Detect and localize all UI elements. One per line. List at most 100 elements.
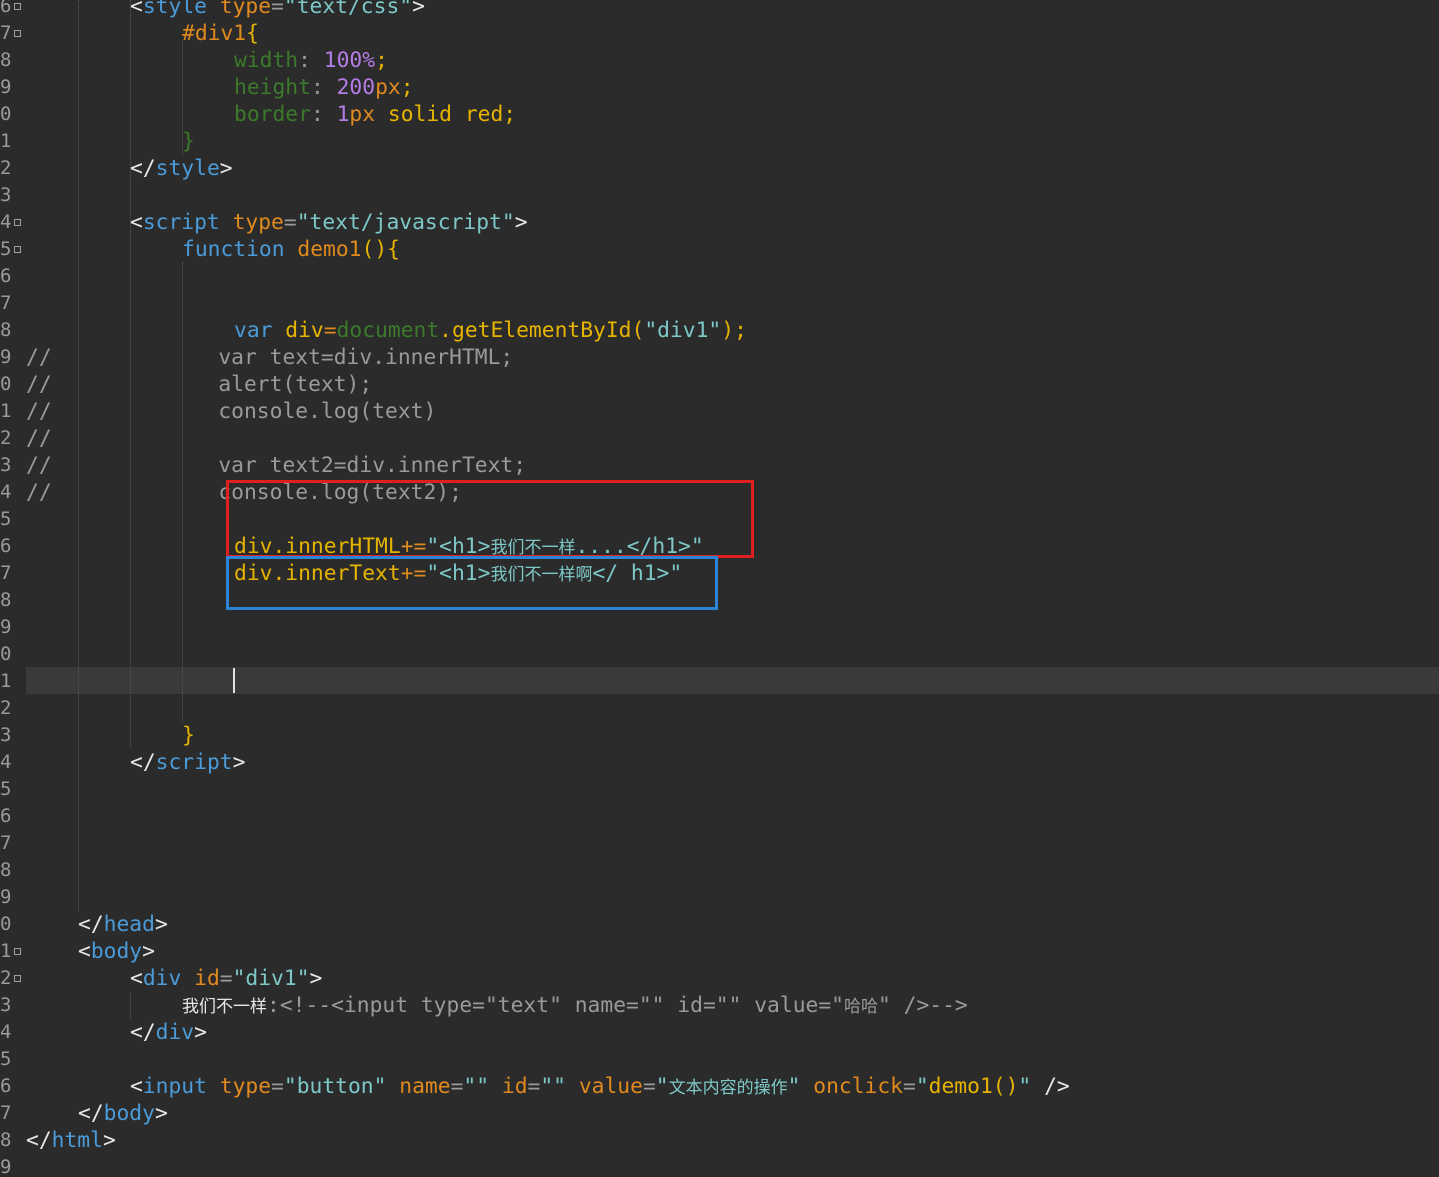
code-line-css-height[interactable]: height: 200px;	[26, 74, 414, 101]
code-token: console.log(text)	[51, 399, 437, 424]
code-line-input-button[interactable]: <input type="button" name="" id="" value…	[26, 1073, 1070, 1100]
line-number: 9	[0, 1156, 12, 1177]
line-number: 4	[0, 1021, 12, 1043]
code-token: script	[155, 750, 233, 775]
line-number: 8	[0, 859, 12, 881]
code-token: body	[103, 1101, 155, 1126]
code-token: <	[78, 939, 91, 964]
line-number: 8	[0, 49, 12, 71]
code-line-css-selector[interactable]: #div1{	[26, 20, 259, 47]
line-number: 1	[0, 400, 12, 422]
code-token: "text/javascript"	[296, 210, 515, 235]
code-token: </	[130, 750, 156, 775]
code-token: </	[78, 1101, 104, 1126]
line-number: 1	[0, 670, 12, 692]
fold-marker-icon[interactable]	[14, 30, 21, 37]
code-line-div-close[interactable]: </div>	[26, 1019, 207, 1046]
code-editor[interactable]: 6 7 8 9 0 1 2 3 4 5 6 7 8 9 0 1 2 3 4 5 6 7 8 9 0 1 2 3 4 5 6 7 8 9 0 1 2 3 4 5…	[0, 0, 1439, 1177]
code-line-comment-var-text2[interactable]: // var text2=div.innerText;	[26, 452, 526, 479]
code-line-comment-alert[interactable]: // alert(text);	[26, 371, 372, 398]
code-line-function-decl[interactable]: function demo1(){	[26, 236, 400, 263]
annotation-box-blue	[226, 556, 718, 610]
code-token: alert(text);	[51, 372, 373, 397]
code-token: var text2=div.innerText;	[51, 453, 527, 478]
code-line-css-width[interactable]: width: 100%;	[26, 47, 388, 74]
code-token: solid red	[375, 102, 504, 127]
code-token: =	[219, 966, 233, 991]
line-number: 4	[0, 751, 12, 773]
text-caret	[233, 668, 235, 693]
line-number: 3	[0, 994, 12, 1016]
code-line-head-close[interactable]: </head>	[26, 911, 168, 938]
code-token: <	[130, 1074, 143, 1099]
code-line-css-border[interactable]: border: 1px solid red;	[26, 101, 516, 128]
code-line-css-close[interactable]: }	[26, 128, 195, 155]
code-token: //	[26, 345, 52, 370]
code-line-var-div[interactable]: var div=document.getElementById("div1");	[26, 317, 747, 344]
code-token: document	[336, 318, 440, 343]
line-number: 0	[0, 643, 12, 665]
code-line-comment-var-text[interactable]: // var text=div.innerHTML;	[26, 344, 513, 371]
fold-marker-icon[interactable]	[14, 219, 21, 226]
code-token: >	[309, 966, 323, 991]
code-token: ""	[540, 1074, 566, 1099]
code-token: >	[154, 912, 168, 937]
code-line-div-open[interactable]: <div id="div1">	[26, 965, 322, 992]
code-line-script-open[interactable]: <script type="text/javascript">	[26, 209, 528, 236]
code-token: head	[103, 912, 155, 937]
code-line-style-close[interactable]: </style>	[26, 155, 233, 182]
code-token: </	[130, 1020, 156, 1045]
code-token: var	[234, 318, 273, 343]
code-token: px	[349, 102, 376, 127]
code-token: :	[298, 48, 324, 73]
line-number: 6	[0, 1075, 12, 1097]
fold-marker-icon[interactable]	[14, 3, 21, 10]
code-token: />	[1031, 1074, 1070, 1099]
code-line-comment-empty[interactable]: //	[26, 425, 52, 452]
code-token: :	[310, 75, 337, 100]
code-token: 文本内容的操作	[668, 1078, 788, 1098]
code-token: :	[310, 102, 337, 127]
code-token: var text=div.innerHTML;	[51, 345, 514, 370]
line-number: 0	[0, 373, 12, 395]
code-line-html-close[interactable]: </html>	[26, 1127, 116, 1154]
code-line-body-open[interactable]: <body>	[26, 938, 155, 965]
line-number: 2	[0, 697, 12, 719]
line-number: 9	[0, 616, 12, 638]
code-line-comment-console-text[interactable]: // console.log(text)	[26, 398, 436, 425]
line-number: 7	[0, 292, 12, 314]
fold-marker-icon[interactable]	[14, 948, 21, 955]
code-token: 哈哈	[843, 997, 878, 1017]
code-token: ;	[375, 48, 388, 73]
code-token: "button"	[283, 1074, 387, 1099]
fold-marker-icon[interactable]	[14, 246, 21, 253]
line-number: 2	[0, 967, 12, 989]
code-token: height	[234, 75, 311, 100]
code-token: //	[26, 372, 52, 397]
line-number: 4	[0, 211, 12, 233]
code-line-body-close[interactable]: </body>	[26, 1100, 168, 1127]
code-line-function-close[interactable]: }	[26, 722, 195, 749]
code-token: px	[375, 75, 401, 100]
code-token: div	[155, 1020, 195, 1045]
fold-marker-icon[interactable]	[14, 975, 21, 982]
line-number: 4	[0, 481, 12, 503]
line-number: 8	[0, 319, 12, 341]
code-token: "	[787, 1074, 801, 1099]
code-token: =	[450, 1074, 464, 1099]
code-token: body	[90, 939, 143, 964]
code-token: onclick	[800, 1074, 903, 1099]
code-line-style-open[interactable]: <style type="text/css">	[26, 0, 425, 20]
line-number: 3	[0, 724, 12, 746]
code-token: html	[51, 1128, 103, 1153]
code-line-script-close[interactable]: </script>	[26, 749, 245, 776]
line-number: 7	[0, 1102, 12, 1124]
line-number: 9	[0, 886, 12, 908]
line-number: 6	[0, 805, 12, 827]
code-token: name	[386, 1074, 451, 1099]
code-token: 200	[336, 75, 376, 100]
code-token: ""	[463, 1074, 490, 1099]
code-token: //	[26, 426, 52, 451]
code-token: </	[26, 1128, 52, 1153]
code-line-div-content[interactable]: 我们不一样:<!--<input type="text" name="" id=…	[26, 992, 968, 1019]
